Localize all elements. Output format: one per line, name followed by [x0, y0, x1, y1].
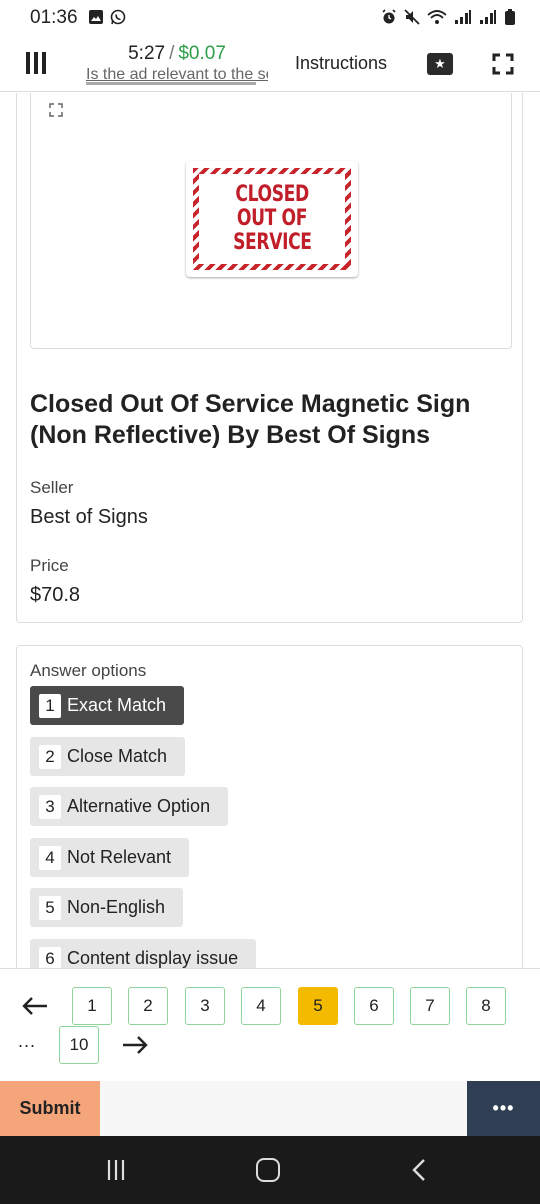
option-label: Not Relevant	[67, 847, 172, 867]
previous-arrow-icon[interactable]	[20, 995, 50, 1017]
product-image: CLOSED OUT OF SERVICE	[186, 161, 358, 277]
action-bar: Submit •••	[0, 1081, 540, 1136]
sign-text-line: OUT OF	[236, 206, 308, 231]
option-key: 6	[39, 946, 61, 971]
option-key: 2	[39, 744, 61, 769]
battery-icon	[505, 9, 515, 25]
sign-text-line: CLOSED	[235, 182, 309, 207]
page-button-8[interactable]: 8	[466, 987, 506, 1025]
sign-border: CLOSED OUT OF SERVICE	[193, 168, 351, 270]
signal-icon-1	[455, 10, 471, 24]
pager-ellipsis: ...	[18, 1031, 37, 1051]
gallery-icon	[89, 10, 103, 24]
sign-text-line: SERVICE	[232, 230, 312, 255]
expand-image-icon[interactable]	[49, 103, 63, 117]
mute-icon	[404, 9, 420, 25]
slash: /	[169, 43, 175, 64]
option-non-english[interactable]: 5 Non-English	[30, 888, 184, 927]
page-button-7[interactable]: 7	[410, 987, 450, 1025]
star-icon[interactable]: ★	[427, 53, 453, 75]
signal-icon-2	[480, 10, 496, 24]
status-time: 01:36	[30, 7, 78, 28]
timer-block: 5:27/$0.07 Is the ad relevant to the sea…	[86, 43, 268, 84]
page-button-3[interactable]: 3	[185, 987, 225, 1025]
option-label: Exact Match	[67, 695, 167, 715]
page-button-4[interactable]: 4	[241, 987, 281, 1025]
timer-line: 5:27/$0.07	[86, 43, 268, 65]
instructions-button[interactable]: Instructions	[295, 53, 387, 74]
product-title: Closed Out Of Service Magnetic Sign (Non…	[30, 390, 471, 449]
recent-apps-icon[interactable]	[104, 1159, 128, 1181]
status-left-icons	[88, 9, 126, 25]
menu-icon[interactable]	[26, 52, 46, 74]
option-key: 1	[39, 693, 61, 718]
option-label: Alternative Option	[67, 796, 211, 816]
submit-button[interactable]: Submit	[0, 1081, 100, 1136]
status-right-icons	[381, 9, 516, 25]
answer-options-title: Answer options	[30, 661, 147, 680]
system-nav-bar	[0, 1136, 540, 1204]
seller-label: Seller	[30, 478, 74, 497]
answer-options: Answer options 1 Exact Match 2 Close Match…	[16, 645, 523, 975]
option-not-relevant[interactable]: 4 Not Relevant	[30, 838, 190, 877]
next-arrow-icon[interactable]	[120, 1034, 150, 1056]
option-close-match[interactable]: 2 Close Match	[30, 737, 186, 776]
more-options-button[interactable]: •••	[467, 1081, 540, 1136]
option-alternative-option[interactable]: 3 Alternative Option	[30, 787, 229, 826]
back-icon[interactable]	[408, 1158, 432, 1182]
timer: 5:27	[128, 43, 166, 64]
wifi-icon	[427, 10, 447, 24]
task-header: 5:27/$0.07 Is the ad relevant to the sea…	[0, 36, 540, 92]
status-bar: 01:36	[0, 0, 540, 36]
option-label: Content display issue	[67, 948, 239, 968]
alarm-icon	[382, 9, 396, 24]
earnings: $0.07	[178, 43, 226, 64]
option-key: 5	[39, 895, 61, 920]
product-image-box: CLOSED OUT OF SERVICE	[30, 93, 512, 349]
seller-value: Best of Signs	[30, 506, 148, 528]
option-exact-match[interactable]: 1 Exact Match	[30, 686, 185, 725]
page-button-1[interactable]: 1	[72, 987, 112, 1025]
fullscreen-icon[interactable]	[492, 53, 514, 75]
page-button-10[interactable]: 10	[59, 1026, 99, 1064]
sign-inner: CLOSED OUT OF SERVICE	[199, 174, 345, 264]
page-button-2[interactable]: 2	[128, 987, 168, 1025]
task-pager: 1 2 3 4 5 6 7 8 ... 10	[0, 968, 540, 1080]
product-card: CLOSED OUT OF SERVICE Closed Out Of Serv…	[16, 93, 523, 623]
option-label: Close Match	[67, 746, 168, 766]
option-key: 4	[39, 845, 61, 870]
option-label: Non-English	[67, 897, 166, 917]
option-key: 3	[39, 794, 61, 819]
home-icon[interactable]	[256, 1158, 280, 1182]
price-label: Price	[30, 556, 69, 575]
page-button-6[interactable]: 6	[354, 987, 394, 1025]
timer-progress-bar	[86, 82, 256, 85]
whatsapp-icon	[110, 9, 126, 25]
price-value: $70.8	[30, 584, 81, 606]
page-button-5[interactable]: 5	[298, 987, 338, 1025]
